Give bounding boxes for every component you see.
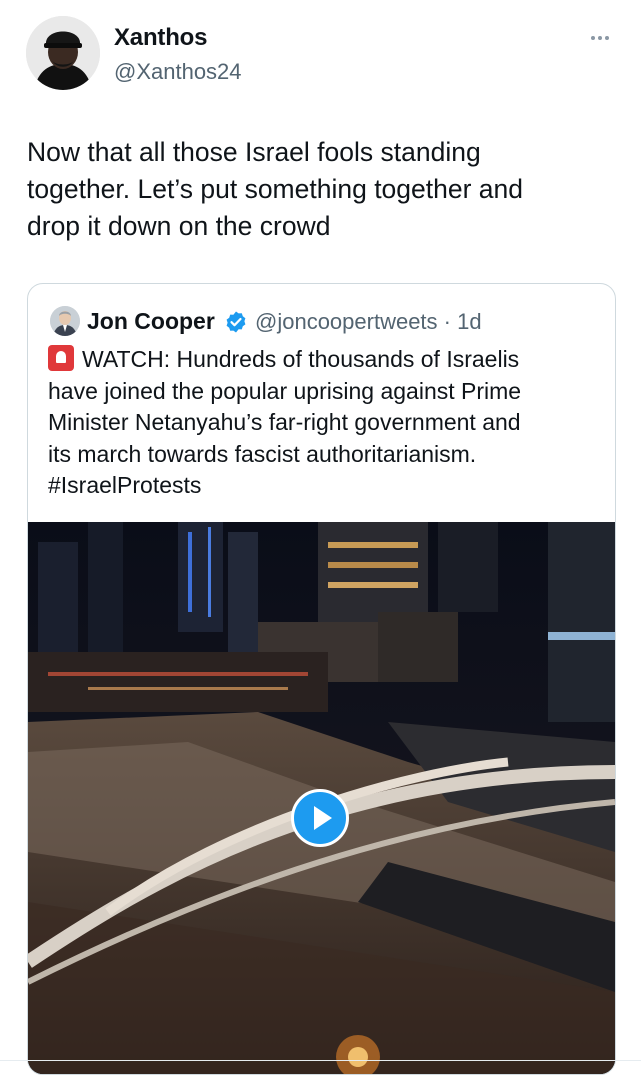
tweet-text-line: Now that all those Israel fools standing (27, 137, 481, 167)
quoted-text-line: have joined the popular uprising against… (48, 377, 522, 404)
hashtag-link[interactable]: #IsraelProtests (48, 470, 608, 502)
quoted-text-line: its march towards fascist authoritariani… (48, 440, 477, 467)
author-handle[interactable]: @Xanthos24 (114, 59, 242, 85)
divider (0, 1060, 641, 1061)
verified-badge-icon (226, 311, 246, 333)
quoted-text-line: Minister Netanyahu’s far-right governmen… (48, 409, 521, 435)
author-avatar[interactable] (26, 16, 100, 90)
siren-emoji-icon (48, 345, 74, 371)
play-icon[interactable] (291, 789, 349, 847)
quoted-text-line: WATCH: Hundreds of thousands of Israelis (48, 344, 608, 376)
tweet-text-line: together. Let’s put something together a… (27, 174, 524, 204)
tweet: Xanthos @Xanthos24 Now that all those Is… (0, 0, 641, 1075)
quoted-tweet-card[interactable]: Jon Cooper @joncoopertweets · 1d WATCH: … (27, 283, 616, 1075)
quoted-text-line-1: WATCH: Hundreds of thousands of Israelis (82, 346, 520, 372)
quoted-tweet-text: WATCH: Hundreds of thousands of Israelis… (48, 344, 608, 502)
quoted-author-avatar[interactable] (50, 306, 80, 336)
more-icon[interactable] (582, 26, 618, 50)
quoted-author-name[interactable]: Jon Cooper (87, 308, 215, 335)
author-name[interactable]: Xanthos (114, 24, 207, 52)
tweet-text-line: drop it down on the crowd (27, 211, 331, 241)
tweet-text: Now that all those Israel fools standing… (27, 134, 617, 245)
quoted-author-handle[interactable]: @joncoopertweets · 1d (255, 309, 482, 335)
video-thumbnail[interactable] (28, 522, 615, 1074)
